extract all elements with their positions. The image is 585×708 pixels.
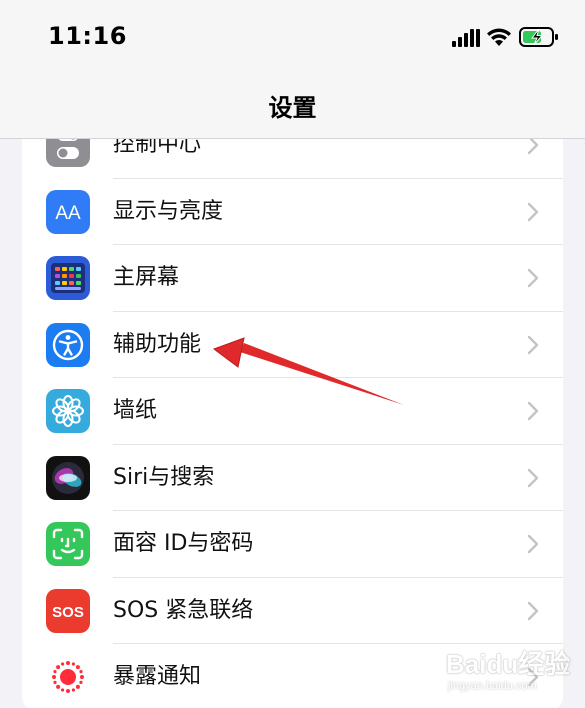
home-screen-icon <box>46 256 90 300</box>
settings-row-label: 面容 ID与密码 <box>113 531 254 556</box>
wallpaper-icon <box>46 389 90 433</box>
settings-row-label: 显示与亮度 <box>113 198 224 224</box>
control-center-icon <box>46 139 90 167</box>
settings-row-face-id-passcode[interactable]: 面容 ID与密码 <box>22 511 563 578</box>
settings-row-label: SOS 紧急联络 <box>113 597 254 623</box>
chevron-right-icon <box>527 139 539 155</box>
settings-row-label: 主屏幕 <box>113 265 180 290</box>
settings-row-display-brightness[interactable]: AA 显示与亮度 <box>22 179 563 245</box>
baidu-watermark: Baidu经验 jingyan.baidu.com <box>446 640 576 700</box>
wifi-icon <box>487 28 511 46</box>
siri-icon <box>46 455 90 500</box>
chevron-right-icon <box>527 401 539 421</box>
cellular-signal-icon <box>452 29 480 47</box>
sos-icon-text: SOS <box>52 604 84 621</box>
chevron-right-icon <box>527 335 539 354</box>
settings-row-control-center[interactable]: 控制中心 <box>22 139 563 179</box>
chevron-right-icon <box>527 268 539 288</box>
watermark-sub: jingyan.baidu.com <box>448 680 537 692</box>
settings-row-label: 暴露通知 <box>113 664 202 689</box>
accessibility-icon <box>46 322 90 367</box>
settings-row-label: 墙纸 <box>113 398 158 423</box>
settings-row-home-screen[interactable]: 主屏幕 <box>22 245 563 312</box>
settings-row-label: 辅助功能 <box>113 331 202 357</box>
status-bar: 11:16 <box>0 0 585 72</box>
chevron-right-icon <box>527 202 539 221</box>
chevron-right-icon <box>527 601 539 620</box>
settings-list: 控制中心 AA 显示与亮度 主屏幕 辅助功能 墙纸 Siri与搜索 面容 ID与… <box>0 139 585 708</box>
exposure-notification-icon <box>46 655 90 699</box>
settings-row-siri-search[interactable]: Siri与搜索 <box>22 445 563 511</box>
settings-row-emergency-sos[interactable]: SOS SOS 紧急联络 <box>22 578 563 644</box>
navigation-bar: 设置 <box>0 72 585 139</box>
watermark-main: Baidu经验 <box>446 649 571 679</box>
status-time: 11:16 <box>48 22 127 50</box>
settings-group: 控制中心 AA 显示与亮度 主屏幕 辅助功能 墙纸 Siri与搜索 面容 ID与… <box>22 139 563 708</box>
settings-row-label: Siri与搜索 <box>113 464 215 490</box>
face-id-icon <box>46 522 90 566</box>
settings-row-label: 控制中心 <box>113 139 202 157</box>
settings-row-wallpaper[interactable]: 墙纸 <box>22 378 563 445</box>
page-title: 设置 <box>268 93 317 122</box>
display-icon-text: AA <box>55 203 81 224</box>
display-brightness-icon: AA <box>46 189 90 234</box>
battery-charging-icon <box>519 27 558 47</box>
chevron-right-icon <box>527 468 539 487</box>
chevron-right-icon <box>527 534 539 554</box>
sos-icon: SOS <box>46 588 90 633</box>
settings-row-accessibility[interactable]: 辅助功能 <box>22 312 563 378</box>
